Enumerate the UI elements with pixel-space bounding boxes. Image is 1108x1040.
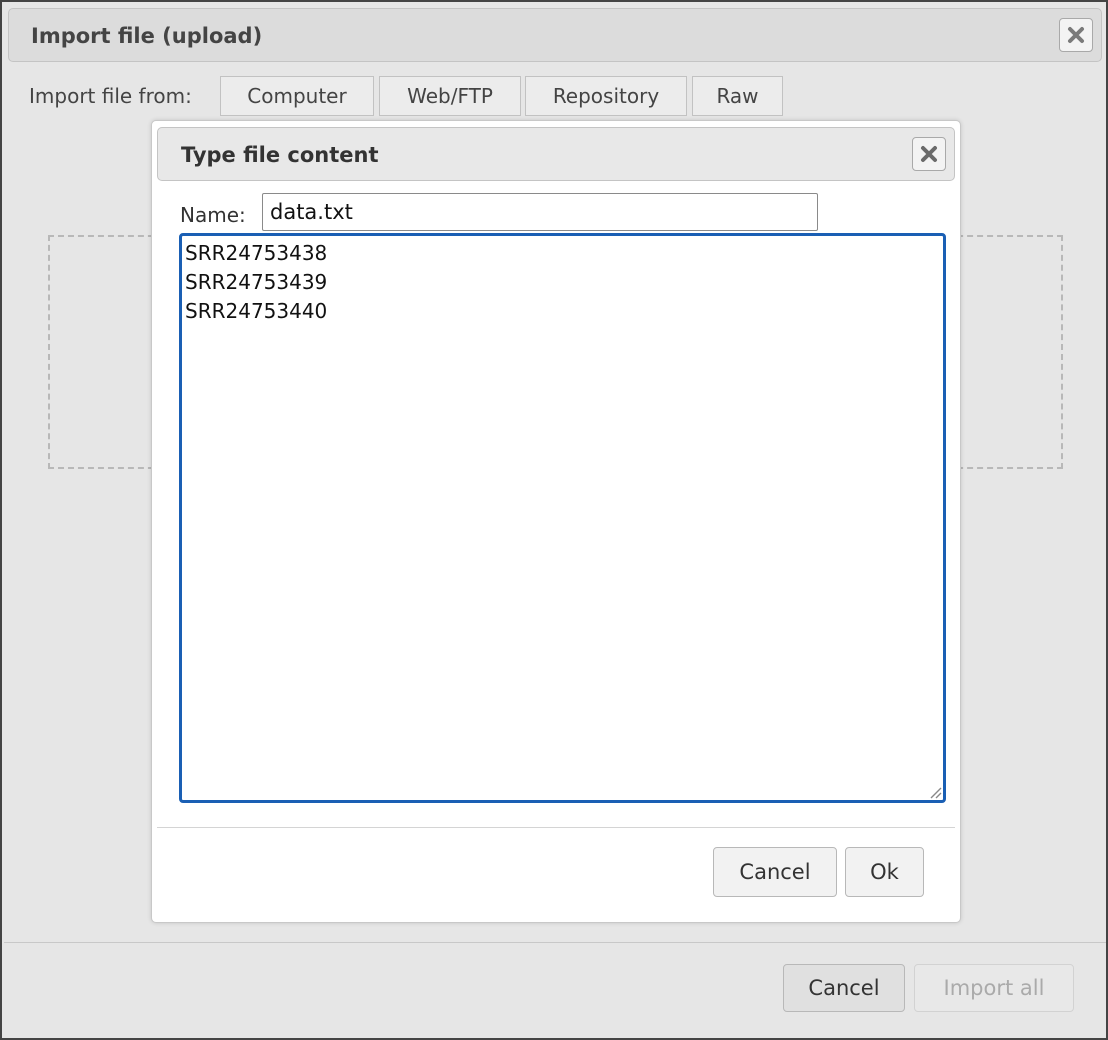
file-content-textarea[interactable]: SRR24753438 SRR24753439 SRR24753440 xyxy=(179,233,946,803)
file-name-input[interactable] xyxy=(262,193,818,231)
import-dialog-title: Import file (upload) xyxy=(31,24,263,48)
import-cancel-button[interactable]: Cancel xyxy=(783,964,905,1012)
tab-computer[interactable]: Computer xyxy=(220,76,374,116)
close-icon xyxy=(1068,27,1084,43)
name-label: Name: xyxy=(180,203,246,227)
import-dialog-close-button[interactable] xyxy=(1059,18,1093,52)
type-file-ok-button[interactable]: Ok xyxy=(845,847,924,897)
footer-divider xyxy=(4,942,1106,943)
tab-web-ftp[interactable]: Web/FTP xyxy=(379,76,521,116)
import-file-dialog: Import file (upload) Import file from: C… xyxy=(0,0,1108,1040)
dialog-footer-divider xyxy=(157,827,955,828)
type-file-cancel-button[interactable]: Cancel xyxy=(713,847,837,897)
type-file-dialog-close-button[interactable] xyxy=(912,137,946,171)
type-file-dialog-header: Type file content xyxy=(157,127,955,181)
tab-raw[interactable]: Raw xyxy=(692,76,783,116)
tab-repository[interactable]: Repository xyxy=(525,76,687,116)
import-dialog-header: Import file (upload) xyxy=(8,8,1102,62)
import-all-button[interactable]: Import all xyxy=(914,964,1074,1012)
close-icon xyxy=(921,146,937,162)
type-file-dialog-title: Type file content xyxy=(181,143,379,167)
import-from-label: Import file from: xyxy=(29,84,192,108)
resize-grip-icon[interactable] xyxy=(928,785,942,799)
type-file-content-dialog: Type file content Name: SRR24753438 SRR2… xyxy=(151,120,961,923)
